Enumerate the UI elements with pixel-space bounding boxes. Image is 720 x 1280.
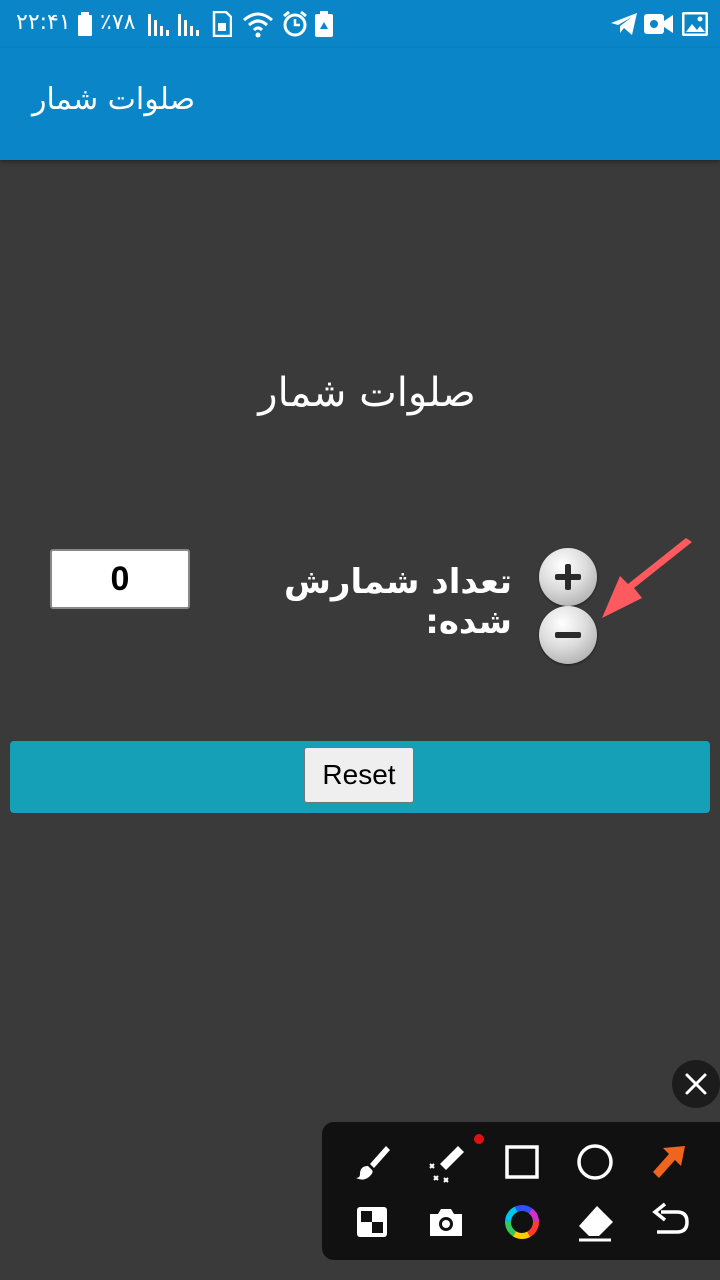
close-icon bbox=[685, 1073, 707, 1095]
telegram-icon bbox=[610, 12, 638, 40]
image-icon bbox=[681, 11, 709, 40]
camera-icon bbox=[430, 1209, 462, 1236]
undo-icon bbox=[652, 1202, 689, 1234]
signal-icon bbox=[148, 12, 172, 40]
plus-icon bbox=[555, 564, 581, 590]
magic-pen-tool[interactable] bbox=[422, 1134, 484, 1186]
color-wheel-icon bbox=[505, 1205, 539, 1239]
new-badge bbox=[474, 1134, 484, 1144]
rectangle-tool[interactable] bbox=[498, 1138, 546, 1186]
reset-button[interactable]: Reset bbox=[304, 747, 414, 803]
app-bar: صلوات شمار bbox=[0, 48, 720, 160]
recycle-icon bbox=[314, 11, 334, 41]
brush-icon bbox=[356, 1146, 390, 1180]
arrow-tool[interactable] bbox=[645, 1138, 693, 1186]
rectangle-icon bbox=[505, 1145, 539, 1179]
close-overlay-button[interactable] bbox=[672, 1060, 720, 1108]
wifi-icon bbox=[242, 10, 274, 42]
page-heading: صلوات شمار bbox=[258, 370, 476, 416]
magic-pen-icon bbox=[429, 1146, 464, 1183]
status-bar: ۲۲:۴۱ ٪۷۸ bbox=[0, 0, 720, 48]
annotation-arrow bbox=[602, 538, 692, 618]
battery-percent: ٪۷۸ bbox=[100, 10, 136, 35]
arrow-icon bbox=[653, 1146, 685, 1178]
eraser-icon bbox=[579, 1206, 613, 1242]
screenshot-tool[interactable] bbox=[422, 1198, 470, 1246]
undo-tool[interactable] bbox=[645, 1198, 693, 1246]
video-icon bbox=[644, 13, 674, 39]
brush-tool[interactable] bbox=[348, 1138, 396, 1186]
minus-icon bbox=[555, 632, 581, 638]
decrement-button[interactable] bbox=[539, 606, 597, 664]
count-value: 0 bbox=[50, 549, 190, 609]
sim-icon bbox=[212, 10, 233, 41]
eraser-tool[interactable] bbox=[571, 1198, 619, 1246]
alarm-icon bbox=[282, 10, 308, 42]
reset-bar: Reset bbox=[10, 741, 710, 813]
drawing-toolbar bbox=[322, 1122, 720, 1260]
status-time: ۲۲:۴۱ bbox=[16, 10, 71, 35]
mosaic-icon bbox=[357, 1207, 387, 1237]
circle-tool[interactable] bbox=[571, 1138, 619, 1186]
circle-icon bbox=[577, 1144, 613, 1180]
battery-icon bbox=[78, 12, 92, 40]
increment-button[interactable] bbox=[539, 548, 597, 606]
mosaic-tool[interactable] bbox=[348, 1198, 396, 1246]
signal-icon bbox=[178, 12, 202, 40]
color-picker-tool[interactable] bbox=[498, 1198, 546, 1246]
app-title: صلوات شمار bbox=[32, 82, 196, 117]
count-label: تعداد شمارش شده: bbox=[283, 562, 512, 642]
